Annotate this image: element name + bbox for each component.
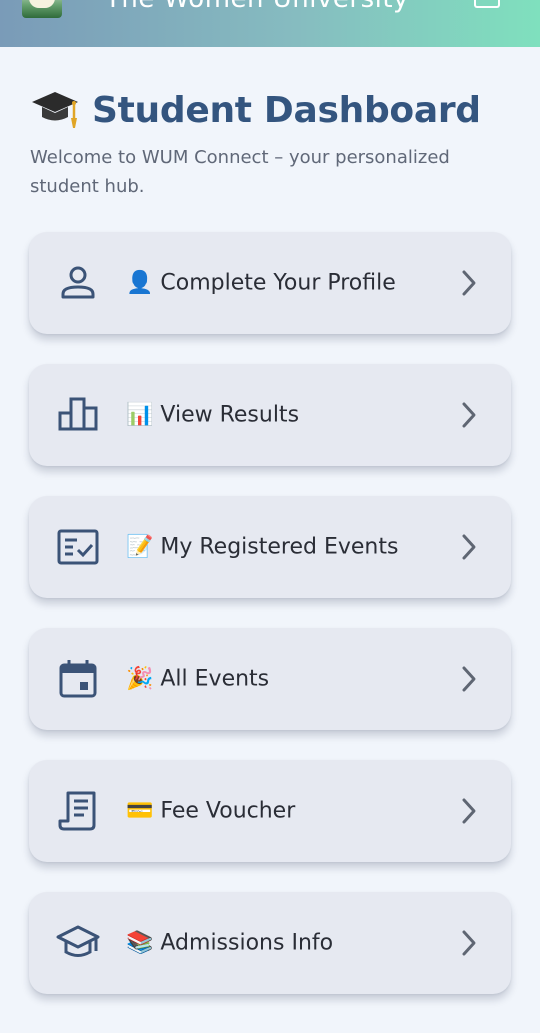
menu-item-view-results[interactable]: 📊 View Results (29, 364, 511, 466)
menu-item-fee-voucher[interactable]: 💳 Fee Voucher (29, 760, 511, 862)
chevron-right-icon (462, 798, 476, 824)
university-crest-icon[interactable] (22, 0, 62, 18)
calendar-icon (59, 660, 97, 698)
chevron-right-icon (462, 930, 476, 956)
person-icon (61, 266, 95, 299)
logout-icon[interactable] (474, 0, 500, 8)
menu-item-complete-profile[interactable]: 👤 Complete Your Profile (29, 232, 511, 334)
chevron-right-icon (462, 666, 476, 692)
menu-item-registered-events[interactable]: 📝 My Registered Events (29, 496, 511, 598)
dashboard-menu: 👤 Complete Your Profile 📊 View Results 📝… (29, 232, 511, 1024)
app-title: The Women University (105, 0, 409, 14)
menu-item-all-events[interactable]: 🎉 All Events (29, 628, 511, 730)
menu-item-label: 💳 Fee Voucher (126, 798, 296, 824)
checklist-icon (57, 529, 99, 565)
menu-item-label: 📝 My Registered Events (126, 534, 399, 560)
menu-item-admissions-info[interactable]: 📚 Admissions Info (29, 892, 511, 994)
graduation-cap-icon (32, 92, 78, 128)
receipt-icon (58, 791, 96, 831)
app-bar: The Women University (0, 0, 540, 47)
page-subtitle: Welcome to WUM Connect – your personaliz… (30, 147, 450, 197)
menu-item-label: 👤 Complete Your Profile (126, 270, 396, 296)
school-icon (56, 925, 100, 957)
bar-chart-icon (58, 397, 98, 431)
dashboard-header: Student Dashboard (30, 86, 510, 134)
chevron-right-icon (462, 270, 476, 296)
menu-item-label: 📚 Admissions Info (126, 930, 334, 956)
menu-item-label: 📊 View Results (126, 402, 300, 428)
chevron-right-icon (462, 534, 476, 560)
menu-item-label: 🎉 All Events (126, 666, 270, 692)
chevron-right-icon (462, 402, 476, 428)
page-title: Student Dashboard (92, 89, 481, 131)
